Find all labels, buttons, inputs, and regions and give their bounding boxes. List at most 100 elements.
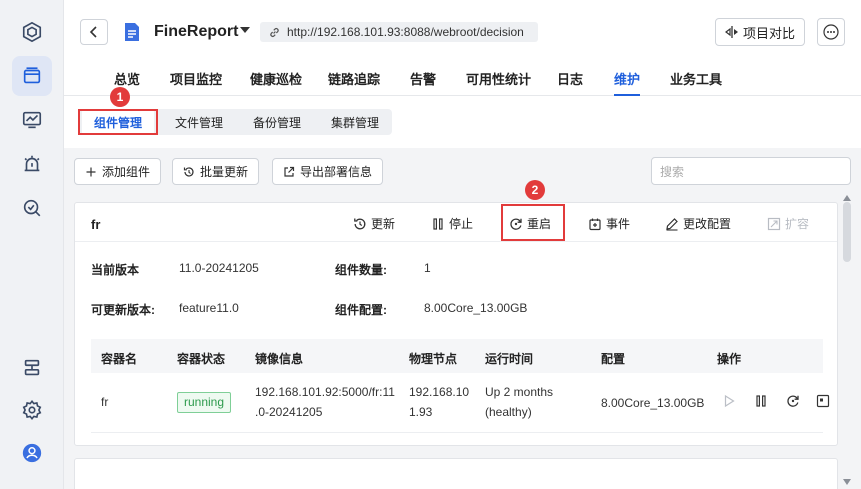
component-count-value: 1 <box>424 261 431 275</box>
component-card: fr 更新 停止 重启 事件 更改配置 扩容 当前版本 11.0-2024120… <box>74 202 838 446</box>
sidebar-item-alarm-icon[interactable] <box>12 144 52 184</box>
main-nav: 总览 项目监控 健康巡检 链路追踪 告警 可用性统计 日志 维护 业务工具 <box>64 62 861 96</box>
th-config: 配置 <box>601 352 626 366</box>
settings-gear-icon[interactable] <box>12 390 52 430</box>
component-config-value: 8.00Core_13.00GB <box>424 301 528 315</box>
batch-update-button[interactable]: 批量更新 <box>172 158 260 185</box>
url-text: http://192.168.101.93:8088/webroot/decis… <box>287 25 524 39</box>
table-row: fr running 192.168.101.92:5000/fr:11 .0-… <box>91 373 830 433</box>
change-config-label: 更改配置 <box>683 217 732 231</box>
export-deploy-info-label: 导出部署信息 <box>300 165 373 179</box>
user-avatar-icon[interactable] <box>12 433 52 473</box>
sidebar <box>0 0 64 489</box>
th-container-status: 容器状态 <box>177 352 226 366</box>
add-component-button[interactable]: 添加组件 <box>74 158 162 185</box>
stop-button[interactable]: 停止 <box>431 215 473 232</box>
update-label: 更新 <box>371 217 396 231</box>
updatable-version-value: feature11.0 <box>179 301 239 315</box>
play-icon <box>724 394 735 408</box>
export-icon <box>284 166 295 177</box>
document-icon <box>125 23 139 41</box>
row-start-button[interactable] <box>721 393 737 409</box>
subtab-backup-management[interactable]: 备份管理 <box>238 109 316 135</box>
scale-out-button[interactable]: 扩容 <box>767 215 809 232</box>
th-image-info: 镜像信息 <box>255 352 304 366</box>
tab-health-check[interactable]: 健康巡检 <box>250 69 302 96</box>
compare-label: 项目对比 <box>742 25 795 41</box>
annotation-highlight-1 <box>78 109 158 135</box>
edit-pencil-icon <box>666 217 678 231</box>
events-label: 事件 <box>606 217 631 231</box>
more-horizontal-icon <box>823 24 839 40</box>
next-component-card <box>74 458 838 489</box>
chevron-down-icon[interactable] <box>240 27 250 33</box>
image-info-line1: 192.168.101.92:5000/fr:11 <box>255 385 395 399</box>
update-icon <box>354 218 366 229</box>
tab-alarm[interactable]: 告警 <box>410 69 436 96</box>
uptime-line2: (healthy) <box>485 405 532 419</box>
current-version-label: 当前版本 <box>91 263 140 277</box>
scroll-up-arrow[interactable] <box>843 194 851 202</box>
tab-business-tools[interactable]: 业务工具 <box>670 69 722 96</box>
sidebar-item-layers-icon[interactable] <box>12 348 52 388</box>
scrollbar-thumb[interactable] <box>843 202 851 262</box>
annotation-badge-1: 1 <box>110 87 130 107</box>
tab-project-monitor[interactable]: 项目监控 <box>170 69 222 96</box>
search-input[interactable]: 搜索 <box>651 157 851 185</box>
restart-icon <box>787 395 799 407</box>
logo-cube-icon[interactable] <box>12 12 52 52</box>
component-config-label: 组件配置: <box>335 303 387 317</box>
sidebar-item-inspect-icon[interactable] <box>12 188 52 228</box>
calendar-icon <box>589 218 601 230</box>
main-area: FineReport http://192.168.101.93:8088/we… <box>64 0 861 489</box>
uptime-line1: Up 2 months <box>485 385 554 399</box>
more-options-button[interactable] <box>817 18 845 46</box>
compare-icon <box>724 26 738 38</box>
image-info-line2: .0-20241205 <box>255 405 323 419</box>
back-button[interactable] <box>80 19 108 45</box>
expand-icon <box>767 217 781 230</box>
tab-trace[interactable]: 链路追踪 <box>328 69 380 96</box>
subtab-cluster-management[interactable]: 集群管理 <box>316 109 394 135</box>
component-name: fr <box>91 217 101 232</box>
stop-label: 停止 <box>449 217 474 231</box>
row-restart-button[interactable] <box>785 393 801 409</box>
updatable-version-label: 可更新版本: <box>91 303 155 317</box>
annotation-highlight-2 <box>501 204 565 241</box>
row-stop-button[interactable] <box>753 393 769 409</box>
subtab-file-management[interactable]: 文件管理 <box>160 109 238 135</box>
th-physical-node: 物理节点 <box>409 352 458 366</box>
add-component-label: 添加组件 <box>102 165 151 179</box>
compare-button[interactable]: 项目对比 <box>715 18 805 46</box>
cell-container-name: fr <box>101 395 109 409</box>
terminal-window-icon <box>816 394 830 408</box>
node-line1: 192.168.10 <box>409 385 470 399</box>
scale-out-label: 扩容 <box>785 217 810 231</box>
pause-icon <box>756 395 766 407</box>
tab-maintenance[interactable]: 维护 <box>614 69 641 96</box>
component-count-label: 组件数量: <box>335 263 387 277</box>
app-title[interactable]: FineReport <box>154 23 238 41</box>
events-button[interactable]: 事件 <box>588 215 630 232</box>
tab-availability[interactable]: 可用性统计 <box>466 69 531 96</box>
th-uptime: 运行时间 <box>485 352 534 366</box>
url-link[interactable]: http://192.168.101.93:8088/webroot/decis… <box>260 22 538 42</box>
th-operations: 操作 <box>717 352 742 366</box>
sidebar-item-projects-icon[interactable] <box>12 56 52 96</box>
tab-logs[interactable]: 日志 <box>557 69 583 96</box>
content-area: 添加组件 批量更新 导出部署信息 搜索 fr 更新 停止 重启 事件 更改配置 … <box>64 148 861 489</box>
scroll-down-arrow[interactable] <box>843 478 851 486</box>
status-badge: running <box>177 392 232 413</box>
update-button[interactable]: 更新 <box>353 215 395 232</box>
row-terminal-button[interactable] <box>815 393 831 409</box>
current-version-value: 11.0-20241205 <box>179 261 259 275</box>
container-table-header: 容器名 容器状态 镜像信息 物理节点 运行时间 配置 操作 <box>91 339 823 373</box>
sidebar-item-monitor-icon[interactable] <box>12 100 52 140</box>
change-config-button[interactable]: 更改配置 <box>665 215 731 232</box>
export-deploy-info-button[interactable]: 导出部署信息 <box>272 158 384 185</box>
header: FineReport http://192.168.101.93:8088/we… <box>64 0 861 62</box>
batch-update-label: 批量更新 <box>200 165 249 179</box>
th-container-name: 容器名 <box>101 352 138 366</box>
refresh-history-icon <box>183 166 194 177</box>
cell-physical-node: 192.168.10 1.93 <box>409 382 469 422</box>
